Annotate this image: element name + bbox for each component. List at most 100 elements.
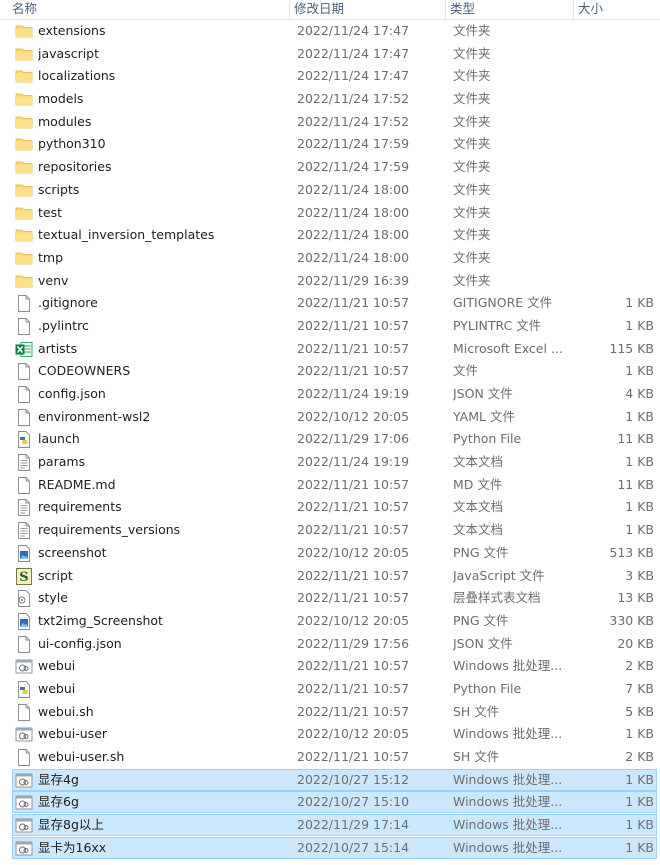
- batch-icon: [15, 658, 33, 675]
- file-row[interactable]: .pylintrc 2022/11/21 10:57 PYLINTRC 文件 1 KB: [0, 315, 660, 338]
- file-name: modules: [38, 113, 92, 129]
- file-date: 2022/11/21 10:57: [297, 590, 410, 606]
- column-header-name[interactable]: 名称: [8, 0, 290, 19]
- file-row[interactable]: models 2022/11/24 17:52 文件夹: [0, 88, 660, 111]
- file-row[interactable]: 显存6g 2022/10/27 15:10 Windows 批处理... 1 KB: [0, 791, 660, 814]
- file-row[interactable]: test 2022/11/24 18:00 文件夹: [0, 202, 660, 225]
- file-date: 2022/11/21 10:57: [297, 499, 410, 515]
- file-row[interactable]: .gitignore 2022/11/21 10:57 GITIGNORE 文件 1 …: [0, 292, 660, 315]
- folder-icon: [15, 273, 33, 290]
- file-date: 2022/11/29 17:56: [297, 635, 410, 651]
- file-row[interactable]: venv 2022/11/29 16:39 文件夹: [0, 270, 660, 293]
- file-name: config.json: [38, 386, 106, 401]
- file-icon: [15, 386, 33, 403]
- file-row[interactable]: extensions 2022/11/24 17:47 文件夹: [0, 20, 660, 43]
- file-size: [575, 111, 654, 134]
- folder-icon: [15, 227, 33, 244]
- file-row[interactable]: ui-config.json 2022/11/29 17:56 JSON 文件 20 …: [0, 633, 660, 656]
- file-row[interactable]: textual_inversion_templates 2022/11/24 18…: [0, 224, 660, 247]
- file-date: 2022/11/24 18:00: [297, 181, 410, 197]
- file-type: MD 文件: [453, 476, 503, 492]
- file-type: Windows 批处理...: [453, 726, 563, 742]
- file-type: 文件夹: [453, 181, 491, 197]
- file-row[interactable]: tmp 2022/11/24 18:00 文件夹: [0, 247, 660, 270]
- file-row[interactable]: 显存8g以上 2022/11/29 17:14 Windows 批处理... 1 KB: [0, 814, 660, 837]
- file-row[interactable]: params 2022/11/24 19:19 文本文档 1 KB: [0, 451, 660, 474]
- file-date: 2022/11/21 10:57: [297, 363, 410, 379]
- file-size: 1 KB: [625, 839, 654, 855]
- file-type: 文本文档: [453, 454, 504, 470]
- file-row[interactable]: screenshot 2022/10/12 20:05 PNG 文件 513 KB: [0, 542, 660, 565]
- file-name: README.md: [38, 476, 116, 492]
- file-row[interactable]: CODEOWNERS 2022/11/21 10:57 文件 1 KB: [0, 360, 660, 383]
- folder-icon: [15, 205, 33, 222]
- file-row[interactable]: webui-user.sh 2022/11/21 10:57 SH 文件 2 KB: [0, 746, 660, 769]
- file-icon: [15, 408, 33, 426]
- file-type: 文件夹: [453, 91, 491, 107]
- file-size: 1 KB: [625, 499, 654, 515]
- file-row[interactable]: README.md 2022/11/21 10:57 MD 文件 11 KB: [0, 474, 660, 497]
- file-size: 5 KB: [625, 703, 654, 719]
- file-icon: [15, 317, 33, 335]
- file-row[interactable]: 显卡为16xx 2022/10/27 15:14 Windows 批处理... 1 K…: [0, 836, 660, 860]
- file-row[interactable]: requirements 2022/11/21 10:57 文本文档 1 KB: [0, 496, 660, 519]
- column-header-date[interactable]: 修改日期: [290, 0, 446, 19]
- file-row[interactable]: style 2022/11/21 10:57 层叠样式表文档 13 KB: [0, 587, 660, 610]
- file-name: txt2img_Screenshot: [38, 612, 163, 628]
- file-name: .pylintrc: [38, 317, 89, 333]
- file-size: 1 KB: [625, 771, 654, 787]
- file-row[interactable]: webui 2022/11/21 10:57 Windows 批处理... 2 KB: [0, 655, 660, 678]
- file-name: CODEOWNERS: [38, 363, 131, 379]
- file-row[interactable]: webui 2022/11/21 10:57 Python File 7 KB: [0, 678, 660, 701]
- file-date: 2022/11/21 10:57: [297, 340, 410, 356]
- file-row[interactable]: txt2img_Screenshot 2022/10/12 20:05 PNG 文件…: [0, 610, 660, 633]
- file-date: 2022/10/12 20:05: [297, 726, 410, 742]
- file-size: [575, 65, 654, 88]
- css-icon: [15, 590, 33, 608]
- file-row[interactable]: environment-wsl2 2022/10/12 20:05 YAML 文件 1…: [0, 406, 660, 429]
- file-type: Windows 批处理...: [453, 658, 563, 674]
- file-row[interactable]: repositories 2022/11/24 17:59 文件夹: [0, 156, 660, 179]
- file-name: scripts: [38, 181, 80, 197]
- file-name: 显存8g以上: [38, 817, 104, 833]
- file-row[interactable]: launch 2022/11/29 17:06 Python File 11 KB: [0, 428, 660, 451]
- file-name: 显存4g: [38, 771, 79, 787]
- file-row[interactable]: scripts 2022/11/24 18:00 文件夹: [0, 179, 660, 202]
- file-row[interactable]: config.json 2022/11/24 19:19 JSON 文件 4 KB: [0, 383, 660, 406]
- file-row[interactable]: webui.sh 2022/11/21 10:57 SH 文件 5 KB: [0, 701, 660, 724]
- file-row[interactable]: artists 2022/11/21 10:57 Microsoft Excel .…: [0, 338, 660, 361]
- file-date: 2022/11/21 10:57: [297, 567, 410, 583]
- file-date: 2022/11/21 10:57: [297, 476, 410, 492]
- folder-icon: [15, 159, 33, 176]
- folder-icon: [15, 182, 33, 199]
- file-name: javascript: [38, 45, 100, 61]
- file-row[interactable]: webui-user 2022/10/12 20:05 Windows 批处理...…: [0, 723, 660, 746]
- file-type: Windows 批处理...: [453, 771, 563, 787]
- column-header: 名称 修改日期 类型 大小: [0, 0, 660, 20]
- file-type: PNG 文件: [453, 544, 509, 560]
- file-size: 1 KB: [625, 794, 654, 810]
- file-row[interactable]: 显存4g 2022/10/27 15:12 Windows 批处理... 1 KB: [0, 768, 660, 792]
- file-row[interactable]: modules 2022/11/24 17:52 文件夹: [0, 111, 660, 134]
- file-name: script: [38, 567, 73, 583]
- file-size: 2 KB: [625, 749, 654, 764]
- file-date: 2022/11/24 17:52: [297, 91, 410, 107]
- file-size: [575, 179, 654, 202]
- file-name: .gitignore: [38, 295, 98, 311]
- column-header-type[interactable]: 类型: [446, 0, 574, 19]
- file-date: 2022/10/27 15:10: [297, 794, 410, 810]
- file-row[interactable]: python310 2022/11/24 17:59 文件夹: [0, 133, 660, 156]
- file-type: Python File: [453, 680, 522, 696]
- file-row[interactable]: requirements_versions 2022/11/21 10:57 文本文…: [0, 519, 660, 542]
- file-row[interactable]: localizations 2022/11/24 17:47 文件夹: [0, 65, 660, 88]
- text-icon: [15, 454, 33, 472]
- file-row[interactable]: javascript 2022/11/24 17:47 文件夹: [0, 43, 660, 66]
- file-name: webui-user: [38, 726, 108, 742]
- file-size: 1 KB: [625, 317, 654, 333]
- file-name: tmp: [38, 249, 64, 265]
- column-header-size[interactable]: 大小: [574, 0, 660, 19]
- file-icon: [15, 635, 33, 653]
- file-name: repositories: [38, 159, 112, 175]
- file-name: artists: [38, 340, 78, 356]
- file-row[interactable]: Sscript 2022/11/21 10:57 JavaScript 文件 3 KB: [0, 565, 660, 588]
